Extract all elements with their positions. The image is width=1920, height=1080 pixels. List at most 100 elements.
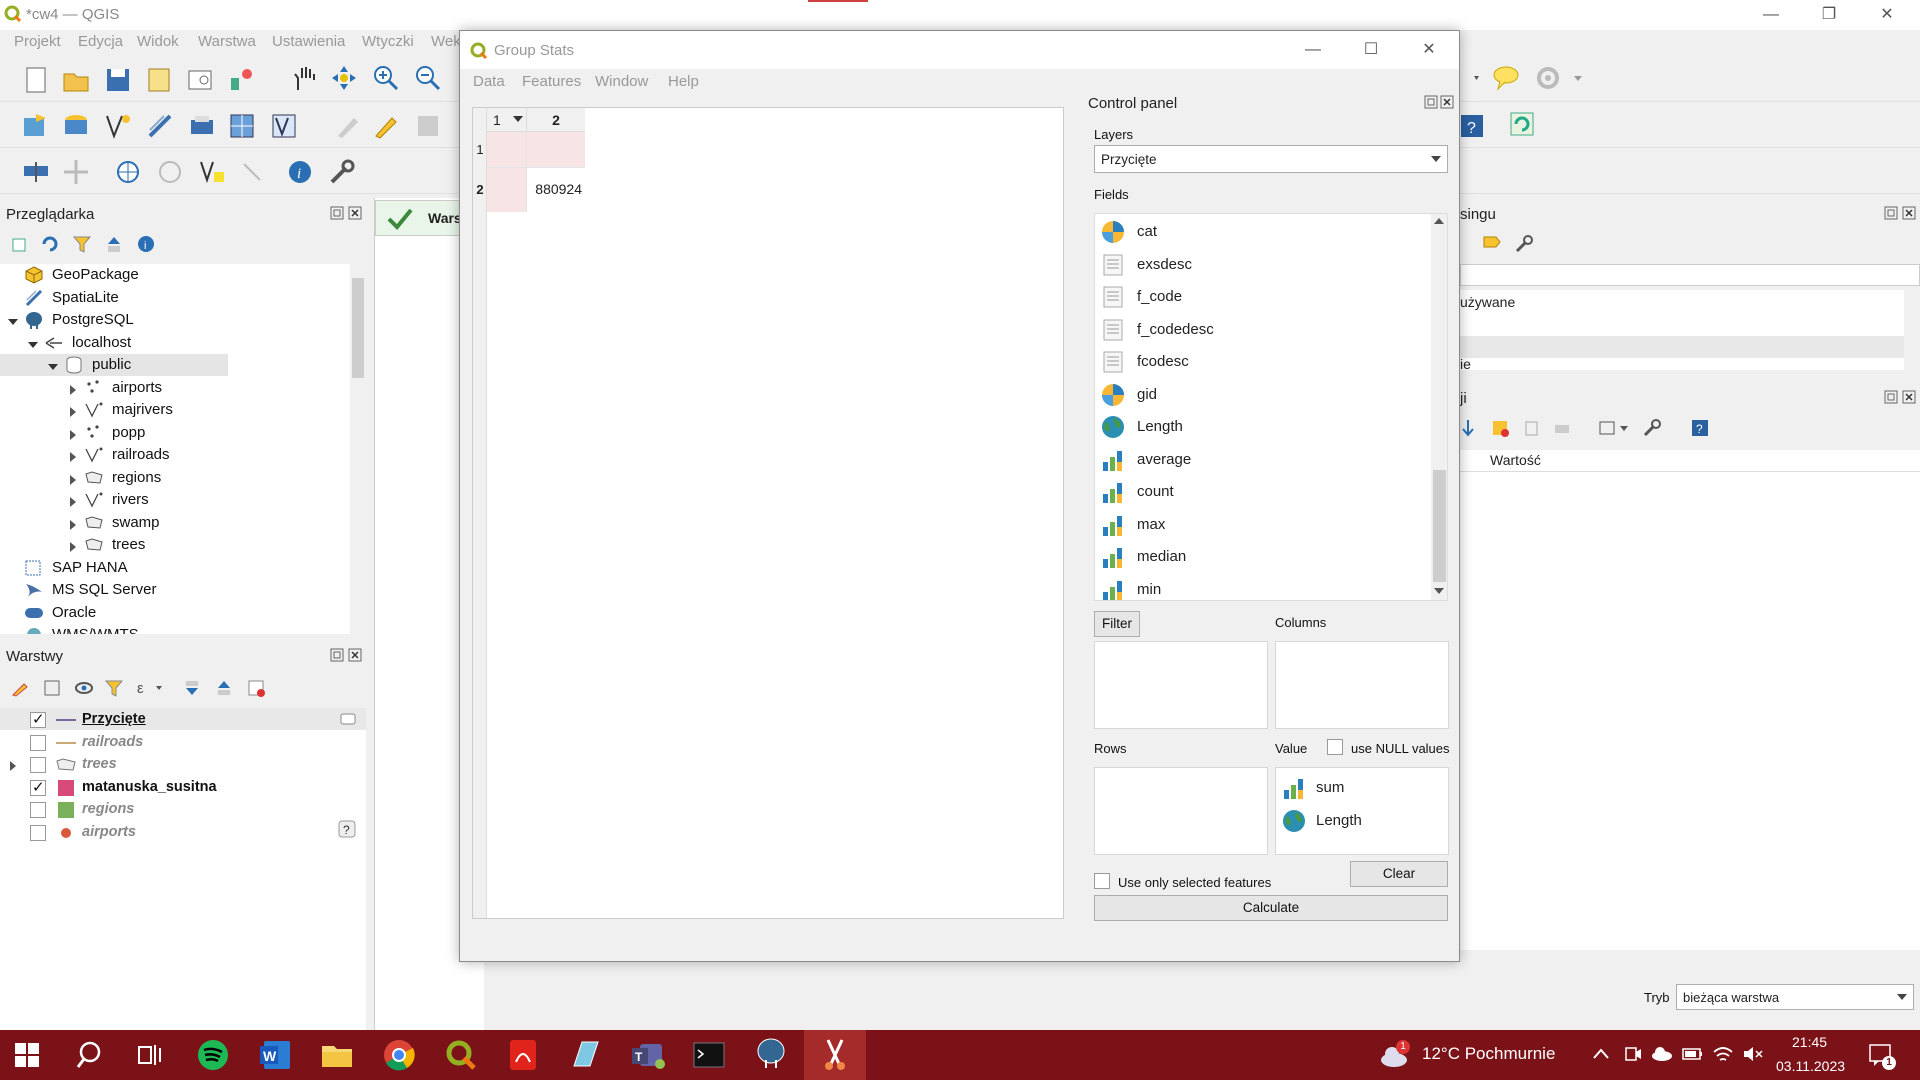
columns-drop-box[interactable] bbox=[1275, 641, 1449, 729]
browser-item-rivers[interactable]: rivers bbox=[0, 489, 340, 511]
menu-ustawienia[interactable]: Ustawienia bbox=[272, 33, 345, 50]
value-item[interactable]: Length bbox=[1276, 805, 1446, 837]
collapsed-arrow-icon[interactable] bbox=[68, 494, 78, 511]
field-item[interactable]: average bbox=[1095, 444, 1425, 476]
layer-visibility-checkbox[interactable] bbox=[30, 802, 46, 818]
collapsed-arrow-icon[interactable] bbox=[68, 539, 78, 556]
float-processing-icon[interactable] bbox=[1884, 206, 1898, 220]
volume-muted-icon[interactable] bbox=[1742, 1044, 1764, 1064]
layer-item[interactable]: Przycięte bbox=[0, 710, 330, 732]
scroll-down-icon[interactable] bbox=[1434, 588, 1444, 596]
float-control-panel-icon[interactable] bbox=[1424, 95, 1438, 109]
layer-visibility-checkbox[interactable] bbox=[30, 734, 46, 751]
browser-scrollbar[interactable] bbox=[350, 264, 366, 634]
table-cell[interactable] bbox=[487, 132, 527, 168]
menu-wektor[interactable]: Wek bbox=[431, 33, 461, 50]
wifi-icon[interactable] bbox=[1712, 1044, 1734, 1064]
identify-info-icon[interactable]: i bbox=[286, 158, 314, 186]
spotify-icon[interactable] bbox=[196, 1038, 230, 1072]
value-item[interactable]: sum bbox=[1276, 772, 1446, 804]
dialog-close-button[interactable]: ✕ bbox=[1400, 37, 1458, 63]
add-raster-icon[interactable] bbox=[228, 112, 256, 140]
use-null-checkbox[interactable] bbox=[1327, 739, 1343, 755]
onedrive-cloud-icon[interactable] bbox=[1650, 1046, 1674, 1062]
show-hidden-icons-chevron-icon[interactable] bbox=[1592, 1046, 1610, 1062]
collapsed-arrow-icon[interactable] bbox=[68, 449, 78, 466]
add-group-icon[interactable] bbox=[42, 678, 62, 698]
browser-item-oracle[interactable]: Oracle bbox=[0, 602, 340, 624]
zoom-out-icon[interactable] bbox=[414, 64, 442, 92]
collapsed-arrow-icon[interactable] bbox=[68, 382, 78, 399]
settings-gear-icon[interactable] bbox=[1534, 64, 1562, 92]
table-cell[interactable] bbox=[527, 132, 585, 168]
field-item[interactable]: median bbox=[1095, 541, 1425, 573]
field-item[interactable]: f_codedesc bbox=[1095, 314, 1425, 346]
snipping-tool-icon[interactable] bbox=[818, 1036, 852, 1072]
options-wrench-icon[interactable] bbox=[1514, 234, 1534, 254]
battery-icon[interactable] bbox=[1682, 1046, 1704, 1062]
clock-time[interactable]: 21:45 bbox=[1792, 1034, 1827, 1050]
selected-only-checkbox[interactable] bbox=[1094, 873, 1110, 889]
add-wfs-icon[interactable] bbox=[270, 112, 298, 140]
remove-layer-icon[interactable] bbox=[246, 678, 266, 698]
clear-button[interactable]: Clear bbox=[1350, 861, 1448, 887]
menu-edycja[interactable]: Edycja bbox=[78, 33, 123, 50]
zoom-in-icon[interactable] bbox=[372, 64, 400, 92]
deselect-icon[interactable] bbox=[238, 158, 266, 186]
data-source-manager-icon[interactable] bbox=[22, 112, 50, 140]
dialog-minimize-button[interactable]: — bbox=[1284, 37, 1342, 63]
menu-projekt[interactable]: Projekt bbox=[14, 33, 61, 50]
toolbox-wrench-icon[interactable] bbox=[328, 158, 356, 186]
pan-to-selection-icon[interactable] bbox=[330, 64, 358, 92]
field-item[interactable]: max bbox=[1095, 509, 1425, 541]
toggle-editing-icon[interactable] bbox=[372, 112, 400, 140]
layer-item[interactable]: railroads bbox=[0, 733, 330, 755]
copy-icon[interactable] bbox=[1522, 418, 1542, 438]
meet-now-icon[interactable] bbox=[1624, 1044, 1642, 1064]
layer-select[interactable]: Przycięte bbox=[1094, 145, 1448, 173]
move-feature-icon[interactable] bbox=[62, 158, 90, 186]
browser-item-swamp[interactable]: swamp bbox=[0, 512, 340, 534]
layer-expand-arrow-icon[interactable] bbox=[8, 759, 18, 775]
menu-warstwa[interactable]: Warstwa bbox=[198, 33, 256, 50]
layer-visibility-checkbox[interactable] bbox=[30, 778, 46, 796]
table-cell-value[interactable]: 880924 bbox=[527, 168, 585, 212]
file-explorer-icon[interactable] bbox=[320, 1038, 354, 1072]
processing-selected-row[interactable] bbox=[1460, 336, 1904, 358]
expand-all-icon[interactable] bbox=[182, 678, 202, 698]
close-button[interactable]: ✕ bbox=[1858, 2, 1916, 28]
save-as-icon[interactable] bbox=[146, 66, 174, 94]
fields-scrollbar-thumb[interactable] bbox=[1433, 470, 1446, 582]
browser-item-postgresql[interactable]: PostgreSQL bbox=[0, 309, 340, 331]
fields-scrollbar[interactable] bbox=[1431, 214, 1447, 600]
browser-item-geopackage[interactable]: GeoPackage bbox=[0, 264, 340, 286]
identify-mode-icon[interactable] bbox=[1598, 418, 1632, 438]
refresh-table-icon[interactable] bbox=[1508, 110, 1536, 138]
browser-scrollbar-thumb[interactable] bbox=[352, 278, 364, 378]
row-header-1[interactable]: 1 bbox=[473, 132, 487, 168]
add-spatialite-icon[interactable] bbox=[146, 112, 174, 140]
identify-help-icon[interactable]: ? bbox=[1690, 418, 1710, 438]
clear-results-icon[interactable] bbox=[1490, 418, 1510, 438]
save-edits-icon[interactable] bbox=[414, 112, 442, 140]
column-header-2[interactable]: 2 bbox=[527, 108, 585, 132]
clock-date[interactable]: 03.11.2023 bbox=[1776, 1058, 1845, 1074]
windows-start-icon[interactable] bbox=[14, 1042, 40, 1068]
browser-item-spatialite[interactable]: SpatiaLite bbox=[0, 287, 340, 309]
add-database-icon[interactable] bbox=[62, 112, 90, 140]
filter-expression-icon[interactable]: ε bbox=[136, 678, 164, 698]
qgis-taskbar-icon[interactable] bbox=[444, 1038, 478, 1072]
pan-hand-icon[interactable] bbox=[290, 64, 318, 92]
identify-settings-icon[interactable] bbox=[1642, 418, 1662, 438]
browser-item-ms-sql-server[interactable]: MS SQL Server bbox=[0, 579, 340, 601]
filter-button[interactable]: Filter bbox=[1094, 611, 1140, 637]
row-header-2[interactable]: 2 bbox=[473, 168, 487, 212]
scroll-up-icon[interactable] bbox=[1434, 218, 1444, 226]
notes-app-icon[interactable] bbox=[568, 1038, 602, 1072]
column-dropdown-icon[interactable] bbox=[513, 116, 523, 122]
mode-select[interactable]: bieżąca warstwa bbox=[1676, 984, 1914, 1010]
field-item[interactable]: gid bbox=[1095, 379, 1425, 411]
processing-scrollbar[interactable] bbox=[1904, 290, 1920, 370]
expanded-arrow-icon[interactable] bbox=[8, 314, 18, 331]
open-folder-icon[interactable] bbox=[62, 66, 90, 94]
